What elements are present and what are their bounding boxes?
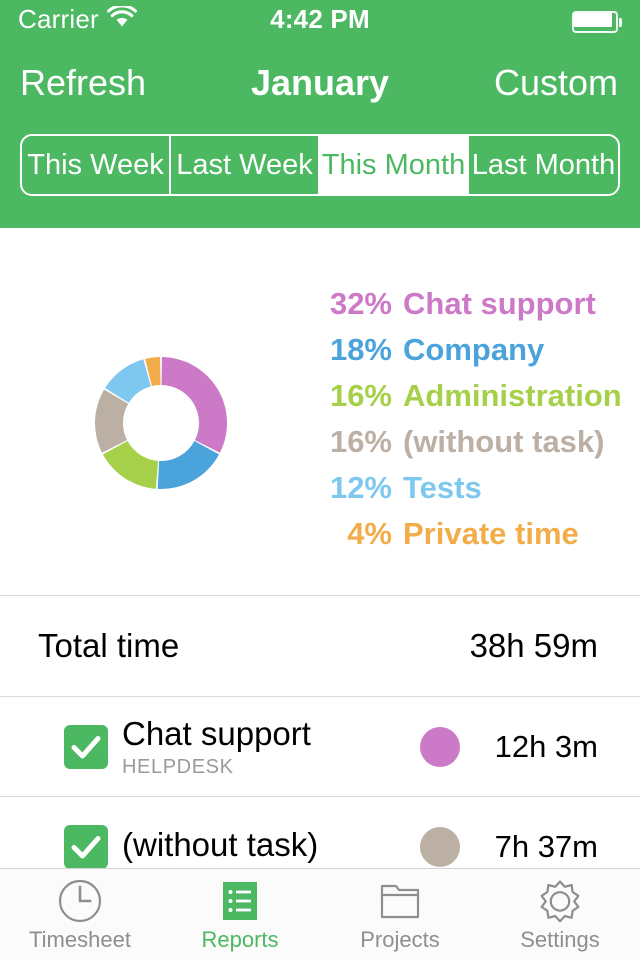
tab-label: Projects — [360, 927, 440, 952]
donut-slice — [102, 441, 159, 489]
donut-slice — [161, 357, 228, 453]
tab-label: Reports — [201, 927, 279, 952]
battery-full-icon — [572, 11, 624, 33]
legend-label: Private time — [403, 516, 579, 551]
segment-last-week[interactable]: Last Week — [171, 136, 320, 194]
battery-level — [574, 13, 612, 27]
legend-percent: 18% — [329, 332, 392, 367]
legend-label: Administration — [403, 378, 622, 413]
row-title: Chat support — [122, 715, 311, 752]
row-color-dot — [420, 827, 460, 867]
row-text-group: (without task) — [122, 825, 318, 865]
row-title: (without task) — [122, 826, 319, 863]
legend-item: 16% Administration — [300, 378, 630, 424]
row-checkbox[interactable] — [64, 725, 108, 769]
segment-this-week[interactable]: This Week — [22, 136, 171, 194]
tab-label: Timesheet — [29, 927, 131, 952]
tab-label: Settings — [520, 927, 600, 952]
row-color-dot — [420, 727, 460, 767]
report-chart-section: 32% Chat support 18% Company 16% Adminis… — [0, 228, 640, 596]
tab-reports[interactable]: Reports — [160, 869, 320, 960]
tab-settings[interactable]: Settings — [480, 869, 640, 960]
donut-chart-svg — [94, 357, 228, 490]
legend-percent: 32% — [329, 286, 392, 321]
total-time-value: 38h 59m — [469, 627, 598, 664]
legend-item: 12% Tests — [300, 470, 630, 516]
donut-slice — [157, 441, 220, 490]
legend-item: 32% Chat support — [300, 286, 630, 332]
legend-label: (without task) — [403, 424, 605, 459]
segment-this-month[interactable]: This Month — [320, 136, 469, 194]
legend-percent: 16% — [329, 424, 392, 459]
donut-chart — [76, 338, 246, 508]
table-row[interactable]: Chat support HELPDESK 12h 3m — [0, 697, 640, 797]
tab-projects[interactable]: Projects — [320, 869, 480, 960]
battery-cap — [619, 18, 622, 27]
legend-item: 4% Private time — [300, 516, 630, 562]
header-bar: Carrier 4:42 PM Refresh January Custom T… — [0, 0, 640, 228]
navigation-bar: Refresh January Custom — [0, 52, 640, 114]
report-list: Total time 38h 59m Chat support HELPDESK… — [0, 596, 640, 897]
tab-timesheet[interactable]: Timesheet — [0, 869, 160, 960]
row-subtitle: HELPDESK — [122, 756, 234, 778]
segment-last-month[interactable]: Last Month — [469, 136, 618, 194]
row-checkbox[interactable] — [64, 825, 108, 869]
legend-item: 16% (without task) — [300, 424, 630, 470]
legend-percent: 4% — [347, 516, 392, 551]
total-time-row: Total time 38h 59m — [0, 596, 640, 697]
list-icon — [217, 877, 263, 925]
period-segmented-control[interactable]: This Week Last Week This Month Last Mont… — [20, 134, 620, 196]
clock-icon — [57, 877, 103, 925]
total-time-label: Total time — [38, 627, 180, 664]
legend-item: 18% Company — [300, 332, 630, 378]
legend-percent: 12% — [329, 470, 392, 505]
gear-icon — [537, 877, 583, 925]
legend-label: Chat support — [403, 286, 596, 321]
status-bar: Carrier 4:42 PM — [0, 0, 640, 40]
row-duration: 12h 3m — [494, 729, 598, 764]
custom-range-button[interactable]: Custom — [494, 52, 618, 114]
tab-bar: Timesheet Reports Projects Settings — [0, 868, 640, 960]
chart-legend: 32% Chat support 18% Company 16% Adminis… — [300, 286, 630, 562]
legend-label: Company — [403, 332, 545, 367]
legend-percent: 16% — [329, 378, 392, 413]
folder-icon — [377, 877, 423, 925]
legend-label: Tests — [403, 470, 482, 505]
row-text-group: Chat support HELPDESK — [122, 714, 311, 780]
status-bar-clock: 4:42 PM — [270, 4, 370, 34]
